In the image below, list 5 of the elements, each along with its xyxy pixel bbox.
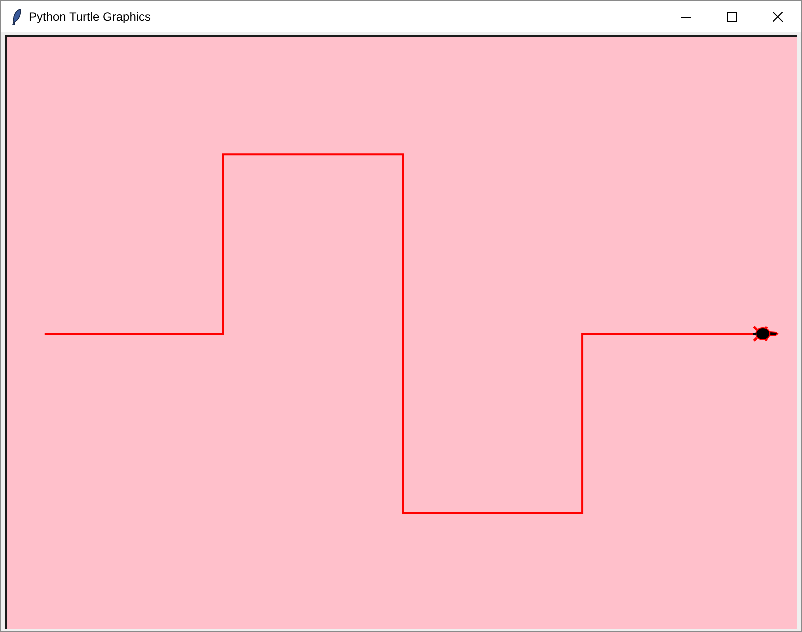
window-title: Python Turtle Graphics [29, 8, 152, 26]
feather-icon [12, 8, 22, 24]
turtle-icon [752, 326, 779, 342]
maximize-icon [727, 12, 737, 22]
close-icon [773, 12, 783, 22]
